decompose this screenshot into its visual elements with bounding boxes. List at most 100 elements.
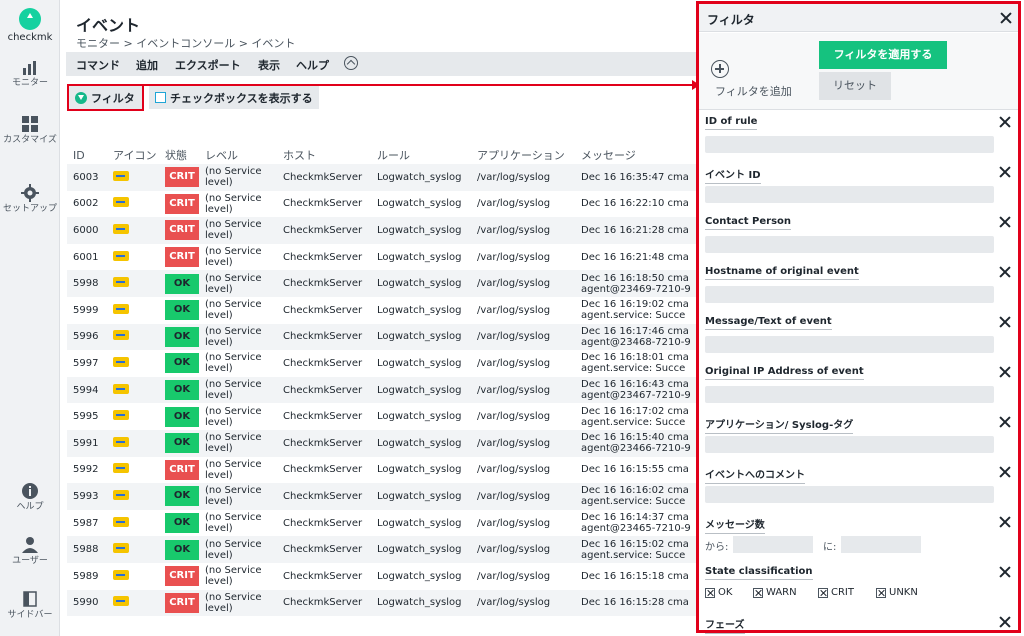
event-id[interactable]: 6002 <box>67 190 107 218</box>
col-header-level[interactable]: レベル <box>199 146 277 164</box>
event-icon[interactable] <box>113 463 129 474</box>
menu-export[interactable]: エクスポート <box>175 57 241 73</box>
event-icon[interactable] <box>113 223 129 234</box>
nav-user[interactable]: ユーザー <box>0 536 60 567</box>
event-icon[interactable] <box>113 489 129 500</box>
col-header-application[interactable]: アプリケーション <box>471 146 575 164</box>
event-icon[interactable] <box>113 170 129 181</box>
table-row[interactable]: 5997 OK (no Service level) CheckmkServer Logw… <box>67 350 696 377</box>
table-row[interactable]: 6000 CRIT (no Service level) CheckmkServer Lo… <box>67 217 696 244</box>
event-id[interactable]: 6003 <box>67 164 107 191</box>
close-icon[interactable] <box>999 366 1011 378</box>
chevron-up-icon[interactable] <box>344 56 358 70</box>
close-icon[interactable] <box>1000 12 1012 24</box>
close-icon[interactable] <box>999 466 1011 478</box>
event-id[interactable]: 5990 <box>67 589 107 617</box>
event-id[interactable]: 5988 <box>67 536 107 563</box>
event-icon[interactable] <box>113 250 129 261</box>
event-icon[interactable] <box>113 596 129 607</box>
menu-view[interactable]: 表示 <box>258 57 280 73</box>
col-header-host[interactable]: ホスト <box>277 146 371 164</box>
breadcrumb[interactable]: モニター > イベントコンソール > イベント <box>76 35 295 51</box>
event-id[interactable]: 6001 <box>67 243 107 271</box>
close-icon[interactable] <box>999 616 1011 628</box>
event-icon[interactable] <box>113 410 129 421</box>
reset-button[interactable]: リセット <box>819 72 891 100</box>
checkmk-logo[interactable]: checkmk <box>0 8 60 44</box>
state-chip-crit[interactable]: CRIT <box>818 587 854 598</box>
event-id[interactable]: 5999 <box>67 296 107 324</box>
menu-add[interactable]: 追加 <box>136 57 158 73</box>
close-icon[interactable] <box>999 216 1011 228</box>
table-row[interactable]: 5999 OK (no Service level) CheckmkServer Logw… <box>67 296 696 324</box>
state-chip-unkn[interactable]: UNKN <box>876 587 918 598</box>
event-icon[interactable] <box>113 569 129 580</box>
nav-sidebar[interactable]: サイドバー <box>0 590 60 621</box>
event-icon[interactable] <box>113 383 129 394</box>
table-row[interactable]: 6003 CRIT (no Service level) CheckmkServer Lo… <box>67 164 696 191</box>
close-icon[interactable] <box>999 416 1011 428</box>
table-row[interactable]: 5990 CRIT (no Service level) CheckmkServer Lo… <box>67 589 696 617</box>
filter-button[interactable]: フィルタ <box>67 84 144 111</box>
nav-customize[interactable]: カスタマイズ <box>0 115 60 146</box>
col-header-id[interactable]: ID <box>67 146 107 164</box>
table-row[interactable]: 6001 CRIT (no Service level) CheckmkServer Lo… <box>67 243 696 271</box>
close-icon[interactable] <box>999 116 1011 128</box>
filter-input[interactable] <box>705 436 994 453</box>
close-icon[interactable] <box>999 516 1011 528</box>
count-to-input[interactable] <box>841 536 921 553</box>
nav-help[interactable]: ヘルプ <box>0 482 60 513</box>
table-row[interactable]: 5987 OK (no Service level) CheckmkServer Logw… <box>67 509 696 537</box>
menu-command[interactable]: コマンド <box>76 57 120 73</box>
col-header-state[interactable]: 状態 <box>159 146 199 164</box>
table-row[interactable]: 5992 CRIT (no Service level) CheckmkServer Lo… <box>67 456 696 484</box>
event-id[interactable]: 5996 <box>67 323 107 351</box>
event-icon[interactable] <box>113 543 129 554</box>
event-icon[interactable] <box>113 356 129 367</box>
event-icon[interactable] <box>113 330 129 341</box>
close-icon[interactable] <box>999 316 1011 328</box>
apply-filter-button[interactable]: フィルタを適用する <box>819 41 947 69</box>
event-icon[interactable] <box>113 303 129 314</box>
table-row[interactable]: 5996 OK (no Service level) CheckmkServer Logw… <box>67 323 696 351</box>
table-row[interactable]: 5998 OK (no Service level) CheckmkServer Logw… <box>67 270 696 297</box>
count-from-input[interactable] <box>733 536 813 553</box>
event-id[interactable]: 5993 <box>67 483 107 510</box>
add-filter-link[interactable]: フィルタを追加 <box>715 83 792 99</box>
show-checkboxes-button[interactable]: チェックボックスを表示する <box>149 86 319 109</box>
event-id[interactable]: 5989 <box>67 562 107 590</box>
nav-monitor[interactable]: モニター <box>0 60 60 89</box>
filter-input[interactable] <box>705 186 994 203</box>
event-id[interactable]: 5987 <box>67 509 107 537</box>
event-id[interactable]: 5998 <box>67 270 107 297</box>
event-icon[interactable] <box>113 197 129 208</box>
event-id[interactable]: 6000 <box>67 217 107 244</box>
table-row[interactable]: 5994 OK (no Service level) CheckmkServer Logw… <box>67 376 696 404</box>
menu-help[interactable]: ヘルプ <box>296 57 329 73</box>
col-header-rule[interactable]: ルール <box>371 146 471 164</box>
col-header-icon[interactable]: アイコン <box>107 146 159 164</box>
event-id[interactable]: 5991 <box>67 429 107 457</box>
table-row[interactable]: 5993 OK (no Service level) CheckmkServer Logw… <box>67 483 696 510</box>
add-circle-icon[interactable] <box>711 60 729 78</box>
state-chip-ok[interactable]: OK <box>705 587 732 598</box>
state-chip-warn[interactable]: WARN <box>753 587 797 598</box>
nav-setup[interactable]: セットアップ <box>0 184 60 215</box>
table-row[interactable]: 5988 OK (no Service level) CheckmkServer Logw… <box>67 536 696 563</box>
event-icon[interactable] <box>113 516 129 527</box>
table-row[interactable]: 5989 CRIT (no Service level) CheckmkServer Lo… <box>67 562 696 590</box>
event-id[interactable]: 5992 <box>67 456 107 484</box>
filter-input[interactable] <box>705 286 994 303</box>
filter-input[interactable] <box>705 486 994 503</box>
event-icon[interactable] <box>113 277 129 288</box>
event-id[interactable]: 5997 <box>67 350 107 377</box>
table-row[interactable]: 5991 OK (no Service level) CheckmkServer Logw… <box>67 429 696 457</box>
filter-input[interactable] <box>705 136 994 153</box>
filter-input[interactable] <box>705 386 994 403</box>
filter-input[interactable] <box>705 336 994 353</box>
event-id[interactable]: 5994 <box>67 376 107 404</box>
close-icon[interactable] <box>999 566 1011 578</box>
table-row[interactable]: 6002 CRIT (no Service level) CheckmkServer Lo… <box>67 190 696 218</box>
close-icon[interactable] <box>999 266 1011 278</box>
event-icon[interactable] <box>113 436 129 447</box>
